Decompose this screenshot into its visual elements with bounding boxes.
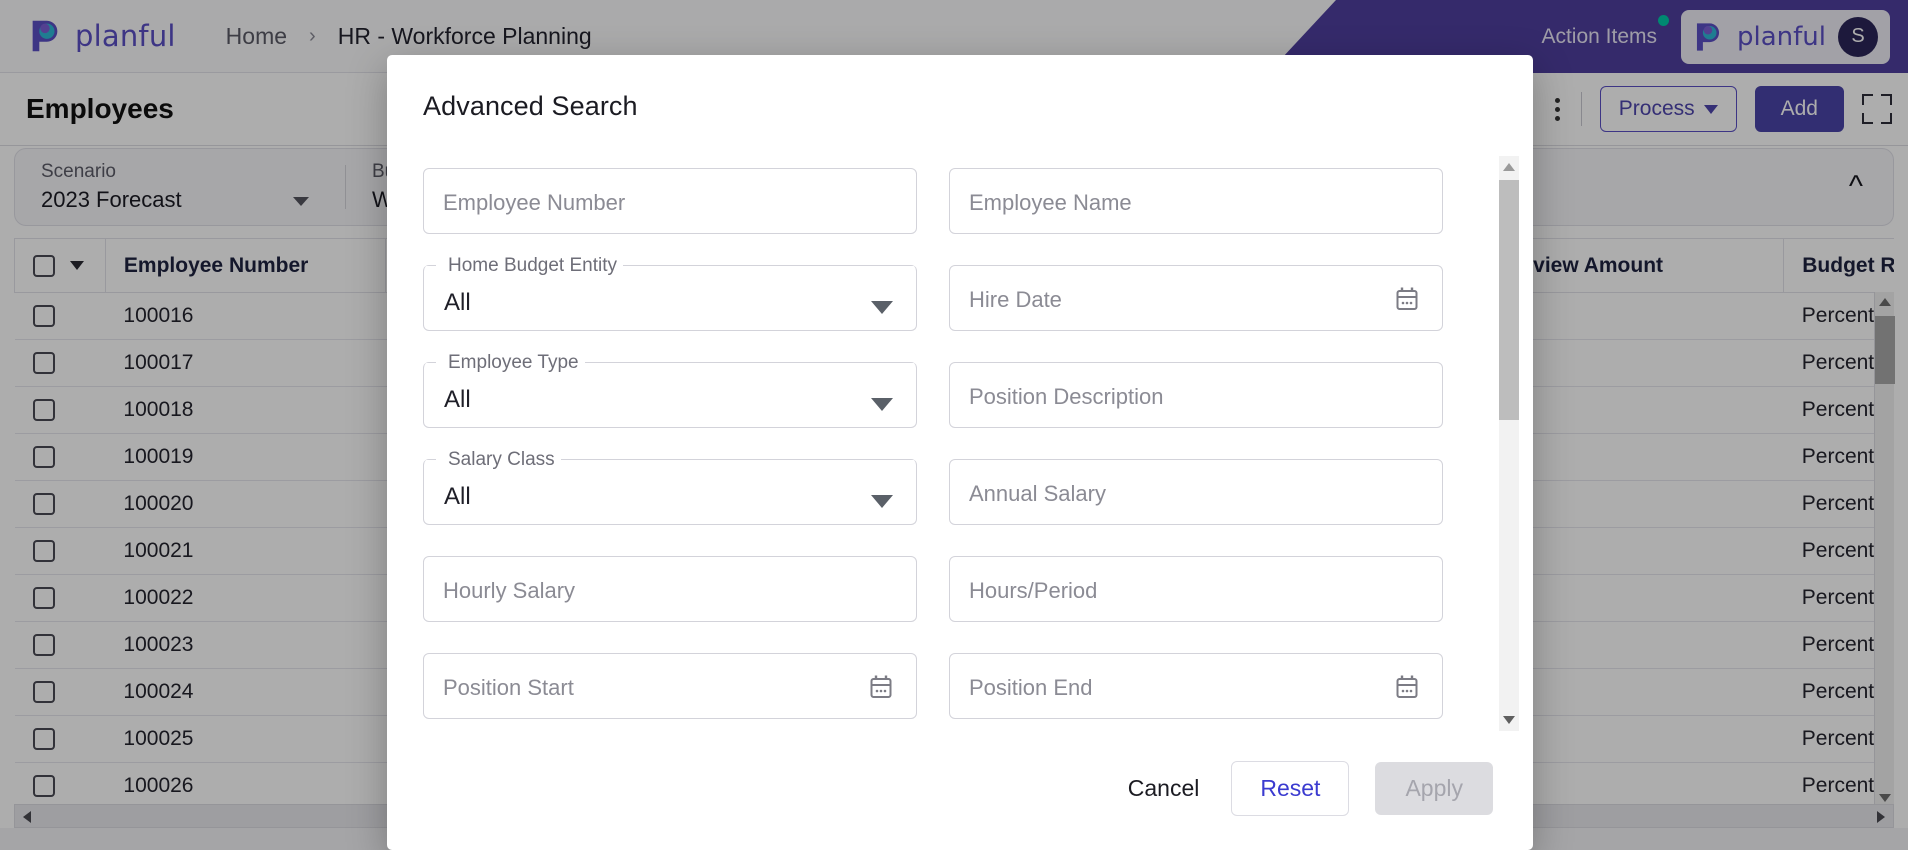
dialog-title: Advanced Search (423, 91, 638, 121)
field-placeholder: Position End (969, 675, 1093, 700)
field-position-start[interactable]: Position Start (423, 641, 917, 731)
field-salary-class[interactable]: Salary Class All (423, 447, 917, 544)
chevron-down-icon[interactable] (871, 398, 893, 411)
field-label: Employee Type (442, 352, 585, 374)
field-position-end[interactable]: Position End (949, 641, 1443, 731)
dialog-vertical-scrollbar[interactable] (1499, 156, 1519, 731)
calendar-icon[interactable] (869, 674, 893, 700)
dialog-body: Employee Number Employee Name Home Budget … (387, 156, 1533, 731)
calendar-icon[interactable] (1395, 674, 1419, 700)
apply-button[interactable]: Apply (1375, 762, 1493, 815)
scroll-up-arrow-icon[interactable] (1503, 163, 1515, 171)
reset-button[interactable]: Reset (1231, 761, 1350, 816)
advanced-search-dialog: Advanced Search Employee Number Employee … (387, 55, 1533, 850)
field-placeholder: Employee Number (443, 190, 626, 215)
calendar-icon[interactable] (1395, 286, 1419, 312)
field-hourly-salary[interactable]: Hourly Salary (423, 544, 917, 641)
field-employee-number[interactable]: Employee Number (423, 156, 917, 253)
field-home-budget-entity[interactable]: Home Budget Entity All (423, 253, 917, 350)
chevron-down-icon[interactable] (871, 495, 893, 508)
field-placeholder: Hours/Period (969, 578, 1098, 603)
dialog-scroll-thumb[interactable] (1499, 180, 1519, 420)
field-placeholder: Hire Date (969, 287, 1062, 312)
field-hours-period[interactable]: Hours/Period (949, 544, 1443, 641)
field-placeholder: Employee Name (969, 190, 1132, 215)
search-fields-grid: Employee Number Employee Name Home Budget … (387, 156, 1533, 731)
field-employee-type[interactable]: Employee Type All (423, 350, 917, 447)
field-placeholder: Annual Salary (969, 481, 1106, 506)
field-placeholder: Position Description (969, 384, 1164, 409)
field-label: Home Budget Entity (442, 255, 623, 277)
cancel-button[interactable]: Cancel (1122, 765, 1206, 812)
field-placeholder: Position Start (443, 675, 574, 700)
scroll-down-arrow-icon[interactable] (1503, 716, 1515, 724)
field-employee-name[interactable]: Employee Name (949, 156, 1443, 253)
field-value: All (444, 386, 471, 413)
field-label: Salary Class (442, 449, 561, 471)
field-position-description[interactable]: Position Description (949, 350, 1443, 447)
chevron-down-icon[interactable] (871, 301, 893, 314)
field-value: All (444, 483, 471, 510)
field-hire-date[interactable]: Hire Date (949, 253, 1443, 350)
field-value: All (444, 289, 471, 316)
field-annual-salary[interactable]: Annual Salary (949, 447, 1443, 544)
field-placeholder: Hourly Salary (443, 578, 576, 603)
dialog-footer: Cancel Reset Apply (387, 761, 1533, 850)
